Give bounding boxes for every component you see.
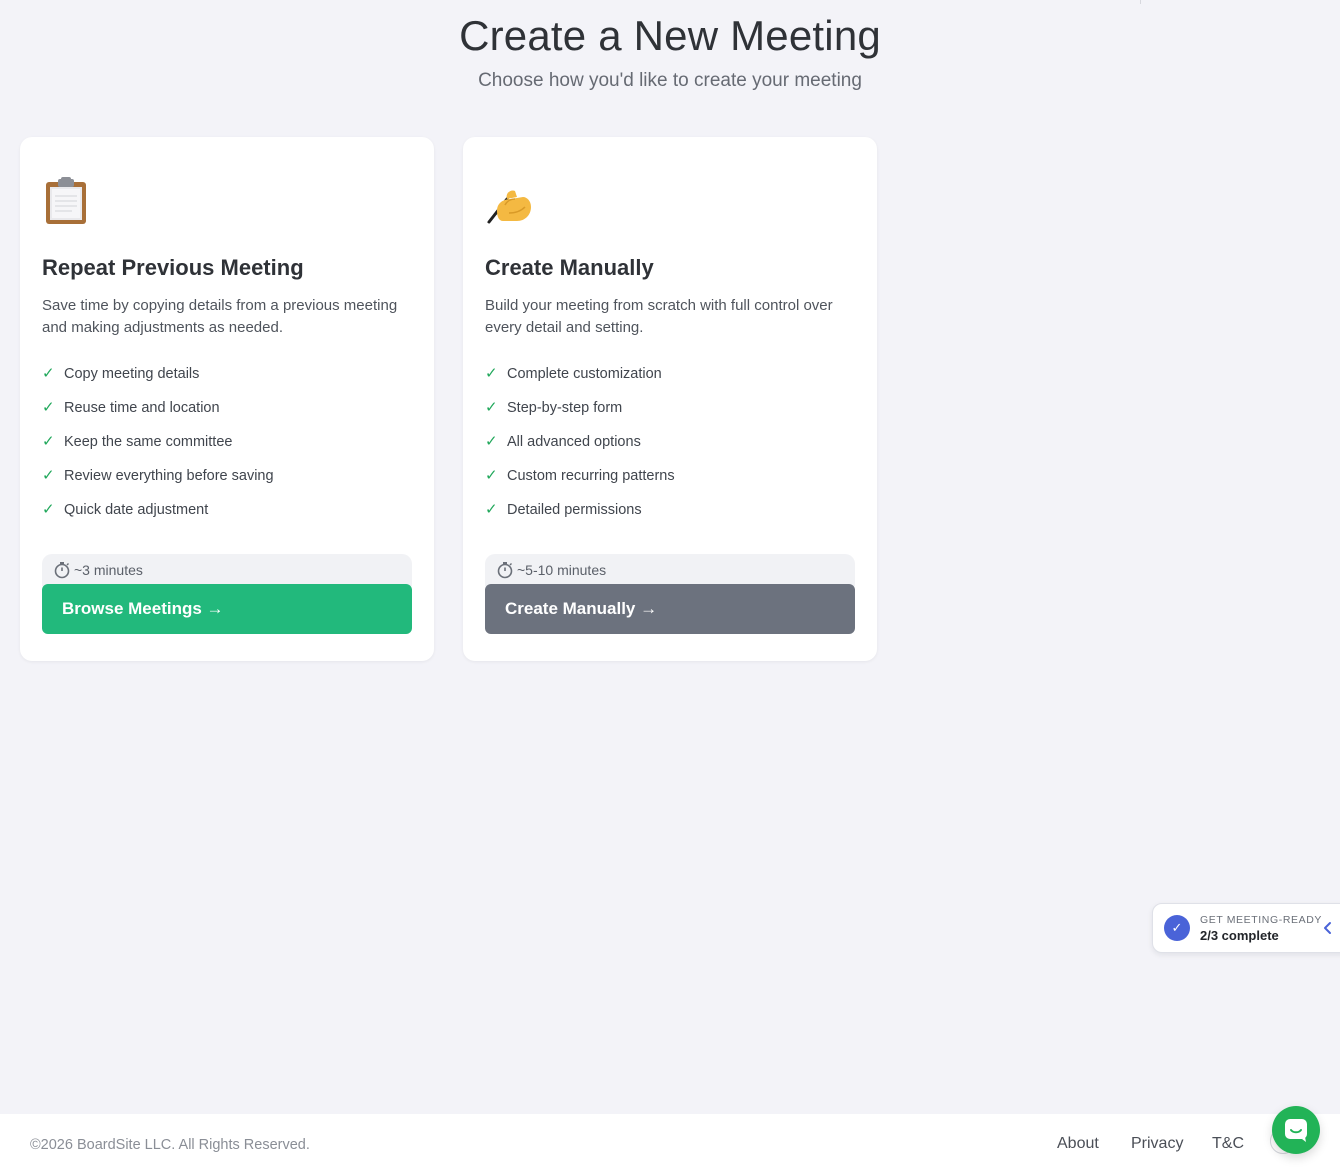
feature-text: Review everything before saving [64, 468, 274, 484]
chevron-left-icon[interactable] [1321, 918, 1333, 938]
feature-item: ✓ Custom recurring patterns [485, 467, 675, 501]
clipboard-icon [46, 177, 86, 224]
feature-text: Detailed permissions [507, 502, 642, 518]
meeting-ready-progress-widget[interactable]: ✓ GET MEETING-READY 2/3 complete [1152, 903, 1340, 953]
feature-text: Keep the same committee [64, 434, 233, 450]
repeat-meeting-card: Repeat Previous Meeting Save time by cop… [20, 137, 434, 661]
check-icon: ✓ [42, 467, 55, 484]
check-icon: ✓ [485, 365, 498, 382]
check-icon: ✓ [42, 501, 55, 518]
feature-list: ✓ Copy meeting details ✓ Reuse time and … [42, 365, 274, 535]
stopwatch-icon [497, 562, 513, 579]
page-subtitle: Choose how you'd like to create your mee… [478, 70, 862, 91]
feature-item: ✓ All advanced options [485, 433, 675, 467]
writing-hand-icon [487, 190, 531, 224]
feature-item: ✓ Copy meeting details [42, 365, 274, 399]
feature-item: ✓ Review everything before saving [42, 467, 274, 501]
create-manually-card: Create Manually Build your meeting from … [463, 137, 877, 661]
footer-link-privacy[interactable]: Privacy [1131, 1135, 1183, 1153]
footer-link-terms[interactable]: T&C [1212, 1135, 1244, 1153]
feature-text: All advanced options [507, 434, 641, 450]
feature-item: ✓ Quick date adjustment [42, 501, 274, 535]
time-estimate: ~5-10 minutes [485, 554, 855, 586]
top-divider [1140, 0, 1141, 4]
feature-item: ✓ Reuse time and location [42, 399, 274, 433]
check-icon: ✓ [485, 399, 498, 416]
chat-icon [1285, 1119, 1307, 1142]
feature-text: Reuse time and location [64, 400, 220, 416]
card-title: Repeat Previous Meeting [42, 255, 304, 280]
chat-launcher-button[interactable] [1272, 1106, 1320, 1154]
feature-item: ✓ Step-by-step form [485, 399, 675, 433]
footer-link-about[interactable]: About [1057, 1135, 1099, 1153]
check-icon: ✓ [42, 399, 55, 416]
browse-meetings-button[interactable]: Browse Meetings → [42, 584, 412, 634]
time-estimate-text: ~5-10 minutes [517, 562, 607, 578]
progress-value: 2/3 complete [1200, 928, 1279, 943]
check-circle-icon: ✓ [1164, 915, 1190, 941]
card-title: Create Manually [485, 255, 654, 280]
check-icon: ✓ [485, 433, 498, 450]
check-icon: ✓ [42, 433, 55, 450]
card-description: Build your meeting from scratch with ful… [485, 297, 833, 336]
feature-text: Custom recurring patterns [507, 468, 675, 484]
feature-text: Quick date adjustment [64, 502, 209, 518]
feature-list: ✓ Complete customization ✓ Step-by-step … [485, 365, 675, 535]
feature-item: ✓ Detailed permissions [485, 501, 675, 535]
feature-item: ✓ Keep the same committee [42, 433, 274, 467]
page-title: Create a New Meeting [459, 12, 881, 59]
create-manually-button[interactable]: Create Manually → [485, 584, 855, 634]
stopwatch-icon [54, 562, 70, 579]
feature-text: Copy meeting details [64, 366, 200, 382]
copyright-text: ©2026 BoardSite LLC. All Rights Reserved… [30, 1137, 310, 1153]
footer: ©2026 BoardSite LLC. All Rights Reserved… [0, 1114, 1340, 1174]
time-estimate-text: ~3 minutes [74, 562, 143, 578]
feature-text: Step-by-step form [507, 400, 623, 416]
check-icon: ✓ [42, 365, 55, 382]
time-estimate: ~3 minutes [42, 554, 412, 586]
card-description: Save time by copying details from a prev… [42, 297, 398, 336]
feature-item: ✓ Complete customization [485, 365, 675, 399]
progress-label: GET MEETING-READY [1200, 914, 1323, 926]
check-icon: ✓ [485, 467, 498, 484]
feature-text: Complete customization [507, 366, 662, 382]
check-icon: ✓ [485, 501, 498, 518]
